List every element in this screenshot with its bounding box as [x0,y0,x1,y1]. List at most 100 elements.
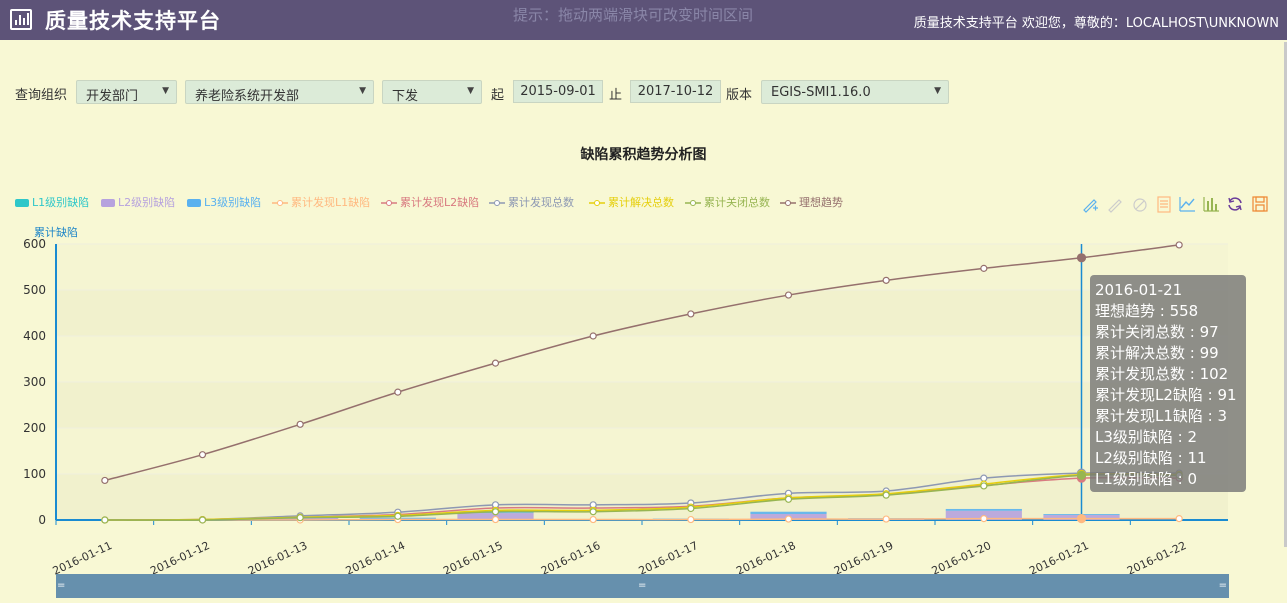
series-point [687,504,695,513]
tooltip-row: L3级别缺陷 : 2 [1095,428,1198,446]
dropdown-caret-icon: ▼ [934,86,941,96]
refresh-icon[interactable] [1226,195,1244,213]
series-point [1076,469,1087,480]
x-tick-label: 2016-01-22 [1125,539,1188,578]
bar [750,511,827,515]
restore-icon[interactable] [1131,195,1149,213]
series-point [101,516,109,524]
chart-tooltip: 2016-01-21 理想趋势 : 558 累计关闭总数 : 97 累计解决总数… [1090,275,1246,492]
x-tick-label: 2016-01-18 [734,539,797,578]
series-point [491,501,500,509]
legend-item[interactable]: 累计解决总数 [589,194,674,209]
legend-item[interactable]: 累计发现L2缺陷 [381,194,479,209]
series-point [491,508,500,516]
tooltip-date: 2016-01-21 [1095,281,1183,299]
dept-type-select[interactable]: 开发部门 ▼ [76,80,177,104]
series-line [104,476,1180,521]
series-point [589,508,597,516]
tooltip-row: 累计解决总数 : 99 [1095,344,1219,362]
tooltip-row: 累计关闭总数 : 97 [1095,323,1219,341]
dropdown-caret-icon: ▼ [162,86,169,96]
y-tick-label: 500 [23,283,46,297]
x-tick-label: 2016-01-11 [51,539,114,578]
app-header: 质量技术支持平台 提示：拖动两端滑块可改变时间区间 质量技术支持平台 欢迎您，尊… [0,0,1287,40]
legend-item[interactable]: 理想趋势 [780,194,843,209]
datazoom-slider[interactable]: = = = [56,574,1229,598]
series-point [784,495,793,503]
plot-band [56,382,1228,428]
line-chart-icon[interactable] [1178,195,1196,213]
series-point [394,515,402,524]
bar [1043,514,1120,515]
series-point [1175,241,1183,249]
series-point [491,515,500,524]
start-date-input[interactable]: 2015-09-01 [513,80,603,103]
end-label: 止 [609,88,623,103]
plot-band [56,474,1228,520]
zoom-reset-icon[interactable] [1106,195,1124,213]
series-point [198,515,207,524]
series-point [882,491,890,499]
series-point [198,515,207,524]
series-point [589,515,597,524]
y-axis-title: 累计缺陷 [34,225,78,239]
version-label: 版本 [726,88,753,103]
y-tick-label: 600 [23,237,46,251]
slider-right-handle[interactable]: = [1219,580,1227,591]
legend-item[interactable]: 累计关闭总数 [685,194,770,209]
series-point [394,388,402,396]
plot-band [56,336,1228,382]
legend-item[interactable]: L1级别缺陷 [15,194,89,209]
legend-item[interactable]: 累计发现L1缺陷 [272,194,370,209]
slider-left-handle[interactable]: = [57,580,65,591]
x-tick-label: 2016-01-13 [246,539,309,578]
series-point [198,451,207,459]
tooltip-row: L2级别缺陷 : 11 [1095,449,1207,467]
bar [359,518,436,520]
zoom-icon[interactable] [1081,195,1099,213]
series-point [394,511,402,520]
series-point [589,332,597,340]
dropdown-caret-icon: ▼ [467,86,474,96]
series-point [784,515,793,523]
series-point [687,502,695,510]
dept-select[interactable]: 养老险系统开发部 ▼ [185,80,374,104]
bar-chart-logo-icon [10,9,32,30]
series-line [104,473,1180,521]
plot-band [56,428,1228,474]
series-point [784,494,793,502]
series-point [101,516,109,524]
series-point [687,503,695,511]
x-tick-label: 2016-01-19 [832,539,895,578]
start-label: 起 [491,88,505,103]
series-point [101,476,109,485]
x-tick-label: 2016-01-16 [539,539,602,578]
series-point [1076,473,1087,483]
y-tick-label: 300 [23,375,46,389]
data-view-icon[interactable] [1155,195,1173,213]
bar [652,519,729,520]
end-date-input[interactable]: 2017-10-12 [630,80,721,103]
series-point [882,490,890,498]
version-select[interactable]: EGIS-SMI1.16.0 ▼ [761,80,949,104]
series-point [101,516,109,524]
bar-chart-icon[interactable] [1202,195,1220,213]
x-tick-label: 2016-01-21 [1027,539,1090,578]
series-point [980,482,988,490]
series-point [980,481,988,490]
bar [750,514,827,520]
chart-title: 缺陷累积趋势分析图 [580,147,707,163]
series-line [104,471,1180,521]
status-select[interactable]: 下发 ▼ [382,80,482,104]
legend-item[interactable]: L2级别缺陷 [101,194,175,209]
series-point [491,359,500,367]
series-point [1076,253,1087,263]
save-image-icon[interactable] [1251,195,1269,213]
series-point [296,512,304,520]
slider-hint: 提示：拖动两端滑块可改变时间区间 [513,6,754,24]
legend-item[interactable]: L3级别缺陷 [187,194,261,209]
bar [262,517,339,520]
x-tick-label: 2016-01-17 [637,539,700,578]
legend-item[interactable]: 累计发现总数 [489,194,574,209]
slider-center-handle[interactable]: = [638,580,646,591]
